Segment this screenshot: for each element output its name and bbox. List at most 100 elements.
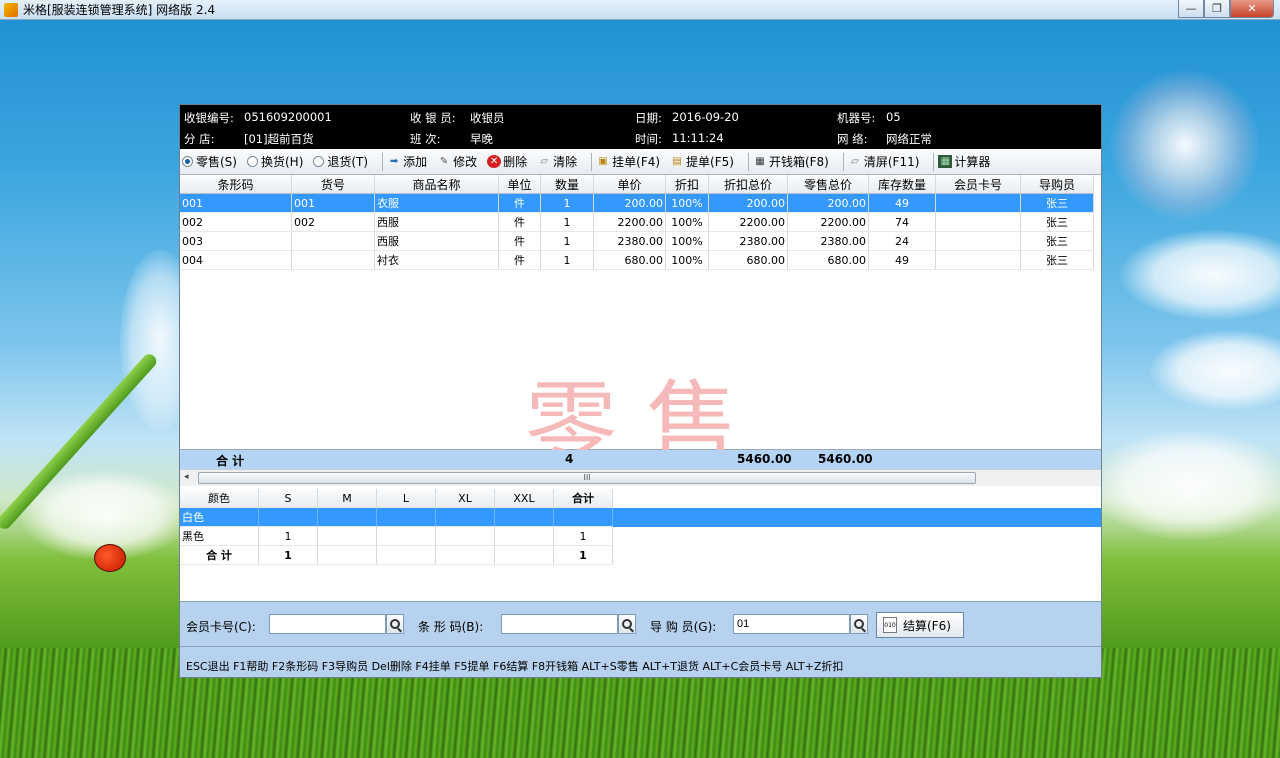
cell-unit[interactable]: 件 [499, 194, 541, 213]
col-quantity[interactable]: 数量 [541, 175, 594, 194]
col-size-l[interactable]: L [377, 489, 436, 508]
close-button[interactable]: ✕ [1230, 0, 1274, 18]
cell-product-name[interactable]: 衣服 [375, 194, 499, 213]
col-size-xl[interactable]: XL [436, 489, 495, 508]
scroll-thumb[interactable]: III [198, 472, 976, 484]
cell-discount-total[interactable]: 2200.00 [709, 213, 788, 232]
table-row[interactable]: 004 衬衣 件 1 680.00 100% 680.00 680.00 49 … [180, 251, 1094, 270]
cell-stock[interactable]: 74 [869, 213, 936, 232]
cell-color[interactable]: 黑色 [180, 527, 259, 546]
cell-size-m[interactable] [318, 527, 377, 546]
cell-stock[interactable]: 49 [869, 194, 936, 213]
cell-discount[interactable]: 100% [666, 213, 709, 232]
col-item-no[interactable]: 货号 [292, 175, 375, 194]
cell-retail-total[interactable]: 2380.00 [788, 232, 869, 251]
cell-color[interactable]: 白色 [180, 508, 259, 527]
clear-screen-button[interactable]: ▱ 清屏(F11) [848, 153, 919, 170]
cell-retail-total[interactable]: 2200.00 [788, 213, 869, 232]
edit-button[interactable]: ✎ 修改 [437, 153, 477, 170]
cell-unit[interactable]: 件 [499, 251, 541, 270]
col-size-s[interactable]: S [259, 489, 318, 508]
col-discount[interactable]: 折扣 [666, 175, 709, 194]
col-unit[interactable]: 单位 [499, 175, 541, 194]
open-drawer-button[interactable]: ▦ 开钱箱(F8) [753, 153, 829, 170]
radio-sale[interactable]: 零售(S) [182, 153, 237, 170]
cell-item-no[interactable] [292, 232, 375, 251]
cell-member-card[interactable] [936, 194, 1021, 213]
col-discount-total[interactable]: 折扣总价 [709, 175, 788, 194]
col-guide[interactable]: 导购员 [1021, 175, 1094, 194]
member-card-input[interactable] [269, 614, 386, 634]
calculator-button[interactable]: ▦ 计算器 [938, 153, 990, 170]
guide-search-button[interactable] [850, 614, 868, 634]
col-member-card[interactable]: 会员卡号 [936, 175, 1021, 194]
cell-barcode[interactable]: 004 [180, 251, 292, 270]
cell-size-total[interactable] [554, 508, 613, 527]
col-barcode[interactable]: 条形码 [180, 175, 292, 194]
clear-button[interactable]: ▱ 清除 [537, 153, 577, 170]
cell-discount[interactable]: 100% [666, 232, 709, 251]
cell-unit[interactable]: 件 [499, 232, 541, 251]
cell-size-m[interactable] [318, 508, 377, 527]
cell-discount-total[interactable]: 680.00 [709, 251, 788, 270]
horizontal-scrollbar[interactable]: ◂ III [180, 469, 1101, 486]
hold-button[interactable]: ▣ 挂单(F4) [596, 153, 660, 170]
cell-barcode[interactable]: 001 [180, 194, 292, 213]
cell-item-no[interactable] [292, 251, 375, 270]
cell-product-name[interactable]: 衬衣 [375, 251, 499, 270]
recall-button[interactable]: ▤ 提单(F5) [670, 153, 734, 170]
cell-item-no[interactable]: 001 [292, 194, 375, 213]
cell-size-s[interactable]: 1 [259, 527, 318, 546]
cell-size-l[interactable] [377, 527, 436, 546]
cell-discount-total[interactable]: 200.00 [709, 194, 788, 213]
size-row[interactable]: 黑色 1 1 [180, 527, 613, 546]
cell-retail-total[interactable]: 680.00 [788, 251, 869, 270]
col-stock[interactable]: 库存数量 [869, 175, 936, 194]
col-size-total[interactable]: 合计 [554, 489, 613, 508]
cell-barcode[interactable]: 003 [180, 232, 292, 251]
cell-member-card[interactable] [936, 213, 1021, 232]
col-retail-total[interactable]: 零售总价 [788, 175, 869, 194]
scroll-left-icon[interactable]: ◂ [184, 472, 189, 482]
cell-member-card[interactable] [936, 251, 1021, 270]
cell-unit-price[interactable]: 2200.00 [594, 213, 666, 232]
cell-unit-price[interactable]: 200.00 [594, 194, 666, 213]
barcode-input[interactable] [501, 614, 618, 634]
table-row[interactable]: 002 002 西服 件 1 2200.00 100% 2200.00 2200… [180, 213, 1094, 232]
cell-guide[interactable]: 张三 [1021, 213, 1094, 232]
col-size-xxl[interactable]: XXL [495, 489, 554, 508]
add-button[interactable]: ➡ 添加 [387, 153, 427, 170]
member-search-button[interactable] [386, 614, 404, 634]
cell-stock[interactable]: 24 [869, 232, 936, 251]
cell-discount[interactable]: 100% [666, 194, 709, 213]
cell-quantity[interactable]: 1 [541, 251, 594, 270]
cell-retail-total[interactable]: 200.00 [788, 194, 869, 213]
cell-guide[interactable]: 张三 [1021, 251, 1094, 270]
cell-stock[interactable]: 49 [869, 251, 936, 270]
radio-exchange[interactable]: 换货(H) [246, 153, 303, 170]
table-row[interactable]: 003 西服 件 1 2380.00 100% 2380.00 2380.00 … [180, 232, 1094, 251]
cell-size-xl[interactable] [436, 508, 495, 527]
table-row[interactable]: 001 001 衣服 件 1 200.00 100% 200.00 200.00… [180, 194, 1101, 213]
barcode-search-button[interactable] [618, 614, 636, 634]
cell-discount-total[interactable]: 2380.00 [709, 232, 788, 251]
col-color[interactable]: 颜色 [180, 489, 259, 508]
cell-unit-price[interactable]: 680.00 [594, 251, 666, 270]
delete-button[interactable]: ✕ 删除 [487, 153, 527, 170]
cell-product-name[interactable]: 西服 [375, 213, 499, 232]
cell-member-card[interactable] [936, 232, 1021, 251]
cell-size-xxl[interactable] [495, 527, 554, 546]
col-product-name[interactable]: 商品名称 [375, 175, 499, 194]
cell-quantity[interactable]: 1 [541, 213, 594, 232]
cell-quantity[interactable]: 1 [541, 194, 594, 213]
minimize-button[interactable]: — [1178, 0, 1204, 18]
cell-size-s[interactable] [259, 508, 318, 527]
cell-unit[interactable]: 件 [499, 213, 541, 232]
cell-size-total[interactable]: 1 [554, 527, 613, 546]
cell-item-no[interactable]: 002 [292, 213, 375, 232]
cell-quantity[interactable]: 1 [541, 232, 594, 251]
cell-guide[interactable]: 张三 [1021, 232, 1094, 251]
radio-return[interactable]: 退货(T) [313, 153, 368, 170]
col-unit-price[interactable]: 单价 [594, 175, 666, 194]
size-row[interactable]: 白色 [180, 508, 1101, 527]
